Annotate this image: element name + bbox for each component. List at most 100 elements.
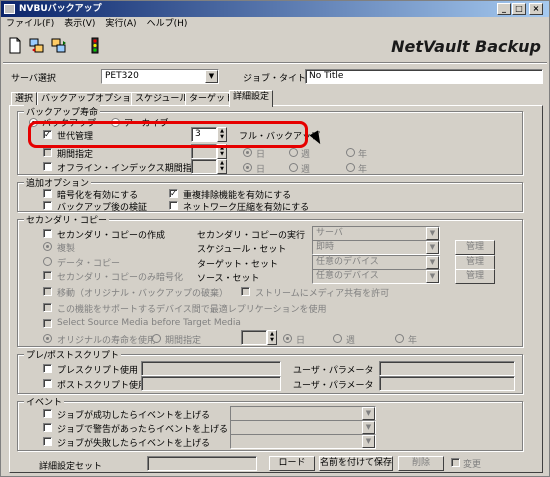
menu-run[interactable]: 実行(A) (100, 17, 141, 32)
select-source-checkbox[interactable] (43, 319, 52, 328)
compress-label: ネットワーク圧縮を有効にする (183, 203, 310, 213)
event-failure-select[interactable]: ▼ (230, 434, 376, 449)
schedule-set-value: 即時 (316, 242, 335, 252)
tab-selection[interactable]: 選択 (11, 92, 38, 106)
backup-server-icon[interactable] (29, 37, 45, 54)
encrypt-checkbox[interactable] (43, 189, 52, 198)
post-script-checkbox[interactable] (43, 379, 52, 388)
target-set-select[interactable]: 任意のデバイス ▼ (312, 255, 440, 270)
chevron-down-icon[interactable]: ▼ (426, 227, 439, 240)
chevron-down-icon[interactable]: ▼ (426, 241, 439, 254)
chevron-down-icon[interactable]: ▼ (426, 270, 439, 283)
secondary-period-spinner[interactable]: ▲ ▼ (267, 330, 277, 345)
offline-year-radio[interactable] (346, 163, 355, 172)
stream-share-checkbox[interactable] (241, 287, 250, 296)
dedup-checkbox[interactable]: ✓ (169, 189, 178, 198)
highlight-annotation (28, 121, 308, 148)
duplicate-radio[interactable] (43, 242, 52, 251)
event-success-label: ジョブが成功したらイベントを上げる (57, 411, 211, 421)
compress-checkbox[interactable] (169, 201, 178, 210)
chevron-down-icon[interactable]: ▼ (362, 421, 375, 434)
chevron-down-icon[interactable]: ▼ (205, 70, 218, 83)
replicate-checkbox[interactable] (43, 303, 52, 312)
secondary-day-radio[interactable] (283, 334, 292, 343)
duplicate-label: 複製 (57, 244, 76, 254)
event-warning-checkbox[interactable] (43, 423, 52, 432)
chevron-down-icon[interactable]: ▼ (362, 435, 375, 448)
restore-server-icon[interactable] (51, 37, 67, 54)
use-period-radio[interactable] (152, 334, 161, 343)
secondary-create-checkbox[interactable] (43, 229, 52, 238)
chevron-down-icon[interactable]: ▼ (426, 256, 439, 269)
exec-select[interactable]: サーバ ▼ (312, 226, 440, 241)
secondary-week-radio[interactable] (333, 334, 342, 343)
offline-index-label: オフライン・インデックス期間指定 (57, 164, 201, 174)
change-checkbox[interactable] (451, 458, 460, 467)
offline-index-spinner[interactable]: ▲ ▼ (217, 159, 227, 174)
schedule-set-select[interactable]: 即時 ▼ (312, 240, 440, 255)
schedule-manage-button[interactable]: 管理 (455, 240, 495, 255)
settings-set-input[interactable] (147, 456, 257, 471)
secondary-copy-title: セカンダリ・コピー (24, 213, 110, 226)
source-set-label: ソース・セット (197, 274, 260, 284)
offline-year-label: 年 (358, 165, 368, 175)
server-select[interactable]: PET320 ▼ (101, 69, 219, 84)
pre-param-input[interactable] (379, 361, 515, 376)
exec-select-value: サーバ (316, 228, 343, 238)
delete-button[interactable]: 削除 (398, 456, 444, 471)
close-button[interactable]: × (529, 3, 543, 15)
offline-week-radio[interactable] (289, 163, 298, 172)
secondary-day-label: 日 (296, 336, 306, 346)
migrate-checkbox[interactable] (43, 287, 52, 296)
period-checkbox[interactable] (43, 148, 52, 157)
offline-day-radio[interactable] (243, 163, 252, 172)
app-icon (4, 4, 15, 14)
verify-checkbox[interactable] (43, 201, 52, 210)
pre-script-checkbox[interactable] (43, 364, 52, 373)
settings-set-label: 詳細設定セット (39, 462, 103, 472)
event-success-select[interactable]: ▼ (230, 406, 376, 421)
target-set-value: 任意のデバイス (316, 257, 379, 267)
target-manage-button[interactable]: 管理 (455, 255, 495, 270)
post-param-input[interactable] (379, 376, 515, 391)
menu-help[interactable]: ヘルプ(H) (142, 17, 193, 32)
menu-file[interactable]: ファイル(F) (1, 17, 59, 32)
pre-script-input[interactable] (141, 361, 281, 376)
secondary-week-label: 週 (346, 336, 356, 346)
menu-view[interactable]: 表示(V) (59, 17, 100, 32)
encrypt-only-checkbox[interactable] (43, 271, 52, 280)
secondary-period-input[interactable] (241, 330, 267, 345)
source-set-select[interactable]: 任意のデバイス ▼ (312, 269, 440, 284)
event-success-checkbox[interactable] (43, 409, 52, 418)
offline-index-checkbox[interactable] (43, 162, 52, 171)
maximize-button[interactable]: □ (512, 3, 526, 15)
offline-index-input[interactable] (191, 159, 217, 174)
exec-label: セカンダリ・コピーの実行 (197, 231, 306, 241)
save-as-button[interactable]: 名前を付けて保存 (319, 456, 393, 471)
minimize-button[interactable]: _ (497, 3, 511, 15)
event-warning-select[interactable]: ▼ (230, 420, 376, 435)
server-label: サーバ選択 (11, 74, 56, 84)
source-manage-button[interactable]: 管理 (455, 269, 495, 284)
tab-backup-options[interactable]: バックアップオプション (37, 92, 145, 106)
server-select-value: PET320 (105, 71, 139, 81)
period-year-radio[interactable] (346, 148, 355, 157)
tab-advanced[interactable]: 詳細設定 (229, 90, 274, 107)
verify-label: バックアップ後の検証 (57, 203, 148, 213)
offline-day-label: 日 (256, 165, 266, 175)
job-title-input[interactable]: No Title (305, 69, 543, 84)
new-document-icon[interactable] (7, 37, 23, 54)
event-failure-checkbox[interactable] (43, 437, 52, 446)
datacopy-radio[interactable] (43, 257, 52, 266)
tab-schedule[interactable]: スケジュール (131, 92, 193, 106)
secondary-create-label: セカンダリ・コピーの作成 (57, 231, 166, 241)
period-week-radio[interactable] (289, 148, 298, 157)
datacopy-label: データ・コピー (57, 259, 121, 269)
secondary-year-radio[interactable] (395, 334, 404, 343)
post-script-input[interactable] (141, 376, 281, 391)
use-original-radio[interactable] (43, 334, 52, 343)
job-status-icon[interactable] (87, 37, 103, 54)
period-day-radio[interactable] (243, 148, 252, 157)
chevron-down-icon[interactable]: ▼ (362, 407, 375, 420)
load-button[interactable]: ロード (269, 456, 315, 471)
